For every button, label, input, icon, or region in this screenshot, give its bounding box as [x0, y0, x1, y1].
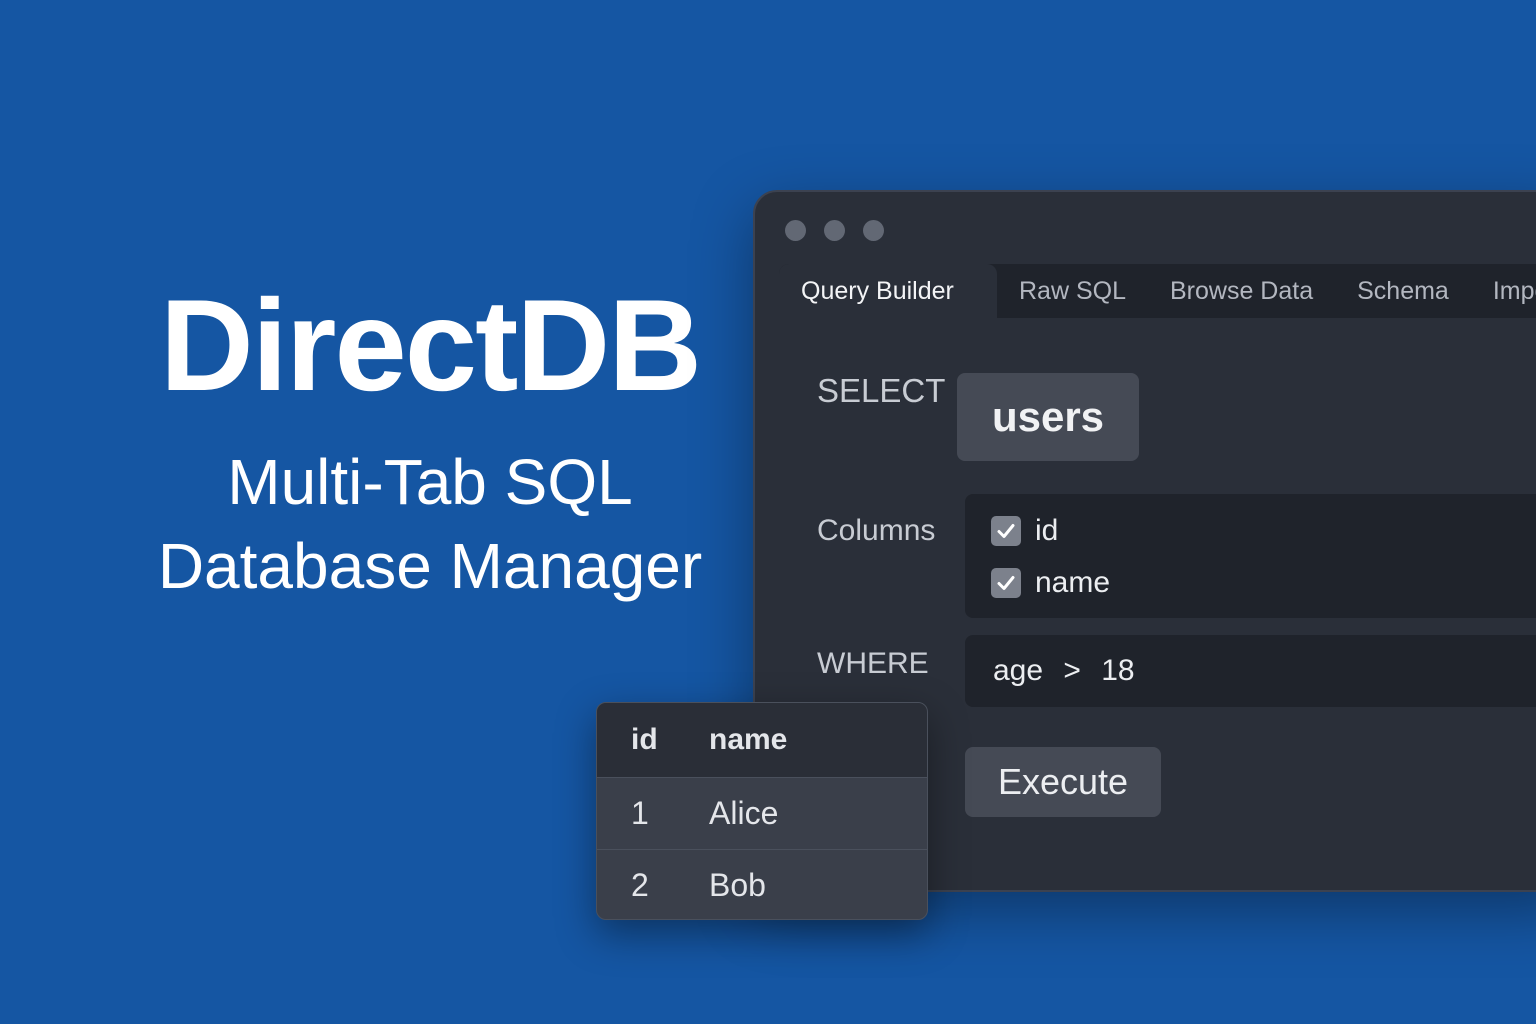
hero: DirectDB Multi-Tab SQL Database Manager	[100, 270, 760, 608]
app-title: DirectDB	[159, 272, 702, 418]
results-table: id name 1 Alice 2 Bob	[596, 702, 928, 920]
execute-button[interactable]: Execute	[965, 747, 1161, 817]
tab-schema[interactable]: Schema	[1335, 264, 1471, 318]
subtitle-line-2: Database Manager	[157, 530, 703, 602]
cell-id: 1	[631, 795, 649, 831]
column-option-id[interactable]: id	[991, 514, 1058, 548]
app-subtitle: Multi-Tab SQL Database Manager	[100, 440, 760, 608]
table-row[interactable]: 2 Bob	[597, 849, 927, 919]
table-header: id name	[597, 703, 927, 777]
column-option-name[interactable]: name	[991, 566, 1110, 600]
cell-name: Alice	[709, 795, 779, 831]
minimize-dot-icon[interactable]	[824, 220, 845, 241]
select-label: SELECT	[817, 372, 946, 409]
tab-browse-data[interactable]: Browse Data	[1148, 264, 1335, 318]
tab-bar: Query Builder Raw SQL Browse Data Schema…	[779, 264, 1536, 318]
checkbox-checked-icon[interactable]	[991, 568, 1021, 598]
where-label: WHERE	[817, 647, 929, 680]
close-dot-icon[interactable]	[785, 220, 806, 241]
table-row[interactable]: 1 Alice	[597, 777, 927, 849]
checkbox-checked-icon[interactable]	[991, 516, 1021, 546]
columns-label: Columns	[817, 514, 936, 547]
columns-list: id name	[965, 494, 1536, 618]
column-name: id	[1035, 514, 1059, 547]
subtitle-line-1: Multi-Tab SQL	[227, 446, 633, 518]
cell-id: 2	[631, 867, 649, 903]
tab-raw-sql[interactable]: Raw SQL	[997, 264, 1148, 318]
where-input[interactable]: age > 18	[965, 635, 1536, 707]
header-name: name	[709, 723, 788, 756]
window-controls	[785, 220, 884, 241]
header-id: id	[631, 723, 658, 756]
column-name: name	[1035, 566, 1111, 599]
maximize-dot-icon[interactable]	[863, 220, 884, 241]
table-selector[interactable]: users	[957, 373, 1139, 461]
tab-query-builder[interactable]: Query Builder	[779, 264, 997, 318]
cell-name: Bob	[709, 867, 766, 903]
tab-import[interactable]: Impo	[1471, 264, 1536, 318]
